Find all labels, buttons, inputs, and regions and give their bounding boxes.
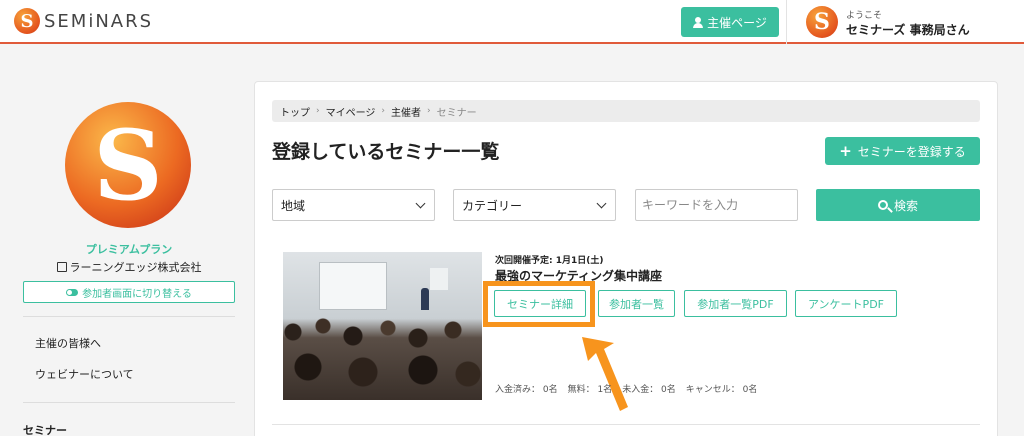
breadcrumb-host[interactable]: 主催者 [391,104,421,119]
breadcrumb-current: セミナー [436,107,477,119]
user-name[interactable]: セミナーズ 事務局さん [846,21,970,38]
speaker-figure [421,288,429,310]
toggle-icon [66,288,79,296]
chevron-down-icon [596,198,607,209]
seminar-thumbnail[interactable] [283,252,482,400]
next-date: 次回開催予定: 1月1日(土) [495,256,604,266]
sidebar-link-webinar[interactable]: ウェビナーについて [35,366,134,382]
payment-counts: 入金済み： 0名 無料： 1名 未入金： 0名 キャンセル： 0名 [495,382,757,395]
user-icon [693,16,704,28]
plus-icon: + [839,142,852,160]
welcome-text: ようこそ [846,11,883,21]
count-unpaid: 未入金： 0名 [622,385,676,395]
card-divider [272,424,980,425]
header-divider [786,0,787,44]
side-screen [430,268,448,290]
sidebar: S プレミアムプラン ラーニングエッジ株式会社 参加者画面に切り替える 主催の皆… [0,46,252,436]
participant-list-button[interactable]: 参加者一覧 [598,290,675,317]
arrow-up-icon [582,337,628,411]
main-panel: トップ › マイページ › 主催者 › セミナー 登録しているセミナー一覧 + … [254,81,998,436]
page-title: 登録しているセミナー一覧 [272,141,500,163]
host-page-label: 主催ページ [707,15,767,30]
logo-text: SEMiNARS [44,10,154,32]
user-avatar[interactable]: S [806,6,838,38]
plan-label: プレミアムプラン [85,243,173,256]
category-select[interactable]: カテゴリー [453,189,616,221]
site-logo[interactable]: S SEMiNARS [14,8,153,34]
host-page-button[interactable]: 主催ページ [681,7,779,37]
category-value: カテゴリー [462,198,523,213]
sidebar-link-for-hosts[interactable]: 主催の皆様へ [35,335,101,351]
count-cancel: キャンセル： 0名 [685,385,758,395]
register-label: セミナーを登録する [857,144,966,159]
search-label: 検索 [893,198,918,213]
switch-label: 参加者画面に切り替える [82,288,192,300]
region-select[interactable]: 地域 [272,189,435,221]
sidebar-divider [23,402,235,403]
company-name[interactable]: ラーニングエッジ株式会社 [0,259,258,275]
chevron-right-icon: › [381,106,386,116]
register-seminar-button[interactable]: + セミナーを登録する [825,137,980,165]
sidebar-divider [23,316,235,317]
keyword-input[interactable] [635,189,798,221]
participant-list-pdf-button[interactable]: 参加者一覧PDF [684,290,787,317]
highlight-box [483,281,595,327]
edit-icon [56,262,67,272]
breadcrumb: トップ › マイページ › 主催者 › セミナー [272,100,980,122]
count-paid: 入金済み： 0名 [495,385,558,395]
chevron-right-icon: › [316,106,320,116]
breadcrumb-top[interactable]: トップ [280,104,310,119]
company-label: ラーニングエッジ株式会社 [69,261,202,274]
projector-screen [319,262,387,310]
survey-pdf-button[interactable]: アンケートPDF [795,290,897,317]
breadcrumb-mypage[interactable]: マイページ [326,104,376,119]
profile-avatar: S [65,102,191,228]
switch-to-participant-button[interactable]: 参加者画面に切り替える [23,281,235,303]
count-free: 無料： 1名 [567,385,613,395]
logo-mark-icon: S [14,8,40,34]
region-value: 地域 [281,198,306,213]
sidebar-section-seminar[interactable]: セミナー [23,422,67,436]
top-header: S SEMiNARS 主催ページ S ようこそ セミナーズ 事務局さん [0,0,1024,44]
chevron-right-icon: › [427,106,431,116]
chevron-down-icon [415,198,426,209]
search-button[interactable]: 検索 [816,189,980,221]
audience [283,312,482,400]
search-icon [877,200,888,210]
